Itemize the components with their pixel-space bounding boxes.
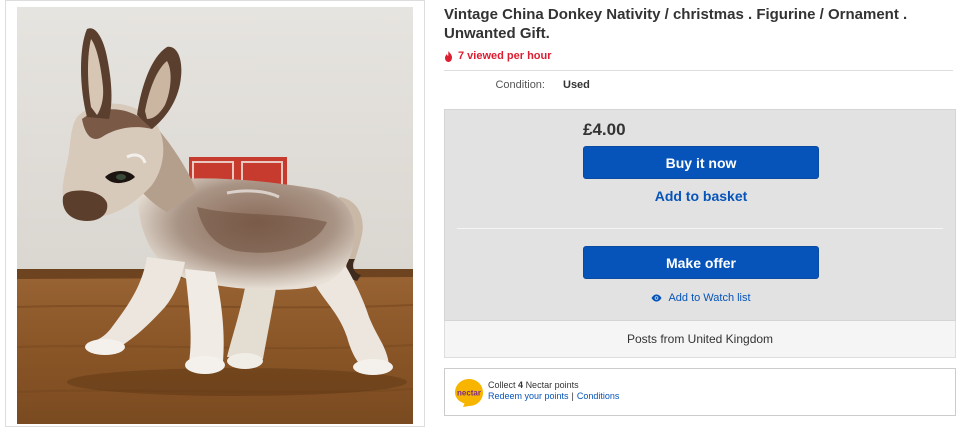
viewed-per-hour-text: 7 viewed per hour — [458, 50, 552, 62]
buy-box: £4.00 Buy it now Add to basket Make offe… — [444, 109, 956, 321]
nectar-separator: | — [571, 391, 574, 401]
viewed-per-hour: 7 viewed per hour — [444, 49, 552, 63]
shipping-location: Posts from United Kingdom — [444, 321, 956, 358]
buy-box-divider — [457, 228, 943, 229]
add-to-watch-list-link[interactable]: Add to Watch list — [583, 292, 819, 304]
nectar-logo-text: nectar — [457, 389, 481, 398]
nectar-links-line: Redeem your points | Conditions — [488, 391, 619, 402]
conditions-link[interactable]: Conditions — [577, 391, 620, 401]
nectar-collect-prefix: Collect — [488, 380, 516, 390]
nectar-collect-suffix: Nectar points — [525, 380, 579, 390]
price: £4.00 — [583, 120, 626, 139]
listing-title: Vintage China Donkey Nativity / christma… — [444, 6, 908, 42]
product-image-frame — [5, 0, 425, 427]
buy-it-now-button[interactable]: Buy it now — [583, 146, 819, 179]
nectar-points-count: 4 — [518, 380, 524, 390]
flame-icon — [445, 50, 452, 62]
make-offer-button[interactable]: Make offer — [583, 246, 819, 279]
add-to-basket-link[interactable]: Add to basket — [583, 188, 819, 204]
product-photo[interactable] — [17, 7, 413, 424]
donkey-figurine-image — [17, 7, 413, 424]
eye-icon — [651, 294, 662, 302]
condition-row: Condition: Used — [444, 79, 953, 93]
divider — [444, 70, 953, 71]
watch-list-label: Add to Watch list — [668, 292, 751, 304]
redeem-points-link[interactable]: Redeem your points — [488, 391, 569, 401]
condition-label: Condition: — [495, 79, 545, 91]
nectar-collect-line: Collect 4 Nectar points — [488, 380, 619, 391]
nectar-logo: nectar — [454, 378, 484, 408]
nectar-text: Collect 4 Nectar points Redeem your poin… — [488, 380, 619, 402]
nectar-points-box: nectar Collect 4 Nectar points Redeem yo… — [444, 368, 956, 416]
condition-value: Used — [563, 79, 590, 91]
